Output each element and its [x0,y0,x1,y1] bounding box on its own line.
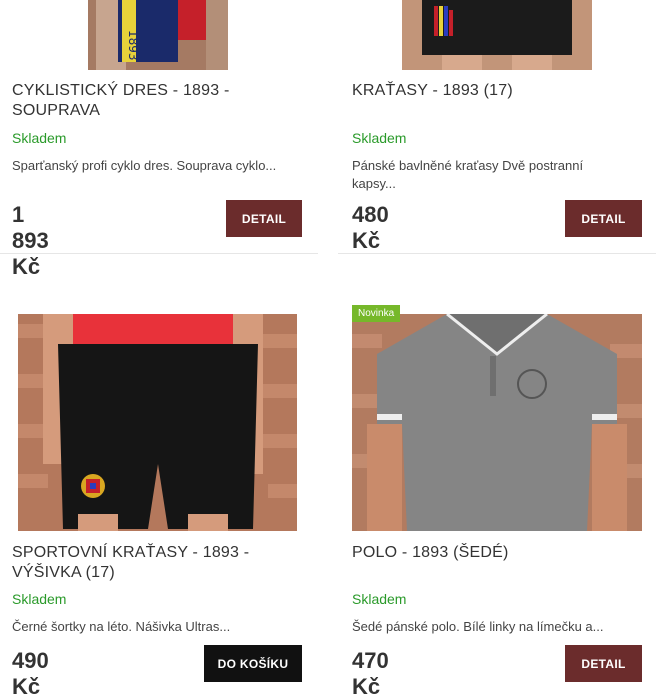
product-description-3: Černé šortky na léto. Nášivka Ultras... [12,618,312,636]
product-description-2-line2: kapsy... [352,176,396,191]
product-price-4: 470 Kč [352,648,389,694]
stock-status-4: Skladem [352,591,407,607]
shorts-photo-icon [402,0,592,70]
product-title-1-line2[interactable]: SOUPRAVA [12,101,312,121]
grey-polo-photo-icon [352,314,642,531]
add-to-cart-button[interactable]: DO KOŠÍKU [204,645,302,682]
product-price-1: 1 893 Kč [12,202,49,279]
product-price-3: 490 Kč [12,648,49,694]
product-title-2-line1[interactable]: KRAŤASY - 1893 (17) [352,81,652,101]
product-description-4: Šedé pánské polo. Bílé linky na límečku … [352,618,652,636]
product-title-2[interactable]: KRAŤASY - 1893 (17) [352,81,652,101]
detail-button-2[interactable]: DETAIL [565,200,642,237]
product-title-3-line2[interactable]: VÝŠIVKA (17) [12,563,312,583]
cycling-jersey-photo-icon: 1893 [88,0,228,70]
product-title-4-line1[interactable]: POLO - 1893 (ŠEDÉ) [352,543,652,563]
svg-text:1893: 1893 [126,30,140,61]
stock-status-1: Skladem [12,130,67,146]
product-description-1-line1: Sparťanský profi cyklo dres. Souprava cy… [12,158,277,173]
product-title-3-line1[interactable]: SPORTOVNÍ KRAŤASY - 1893 - [12,543,312,563]
detail-button-1[interactable]: DETAIL [226,200,302,237]
stock-status-2: Skladem [352,130,407,146]
stock-status-3: Skladem [12,591,67,607]
product-description-2-line1: Pánské bavlněné kraťasy Dvě postranní [352,158,584,173]
product-description-4-line1: Šedé pánské polo. Bílé linky na límečku … [352,619,604,634]
product-image-1[interactable]: 1893 [88,0,228,70]
sport-shorts-photo-icon [18,314,297,531]
product-description-2: Pánské bavlněné kraťasy Dvě postranní ka… [352,157,652,193]
detail-button-4[interactable]: DETAIL [565,645,642,682]
product-image-2[interactable] [402,0,592,70]
row-divider-right [338,253,656,254]
new-badge: Novinka [352,305,401,322]
row-divider-left [0,253,318,254]
product-title-3[interactable]: SPORTOVNÍ KRAŤASY - 1893 - VÝŠIVKA (17) [12,543,312,583]
product-title-1[interactable]: CYKLISTICKÝ DRES - 1893 - SOUPRAVA [12,81,312,121]
product-price-2: 480 Kč [352,202,389,253]
product-title-4[interactable]: POLO - 1893 (ŠEDÉ) [352,543,652,563]
product-image-3[interactable] [18,314,297,531]
product-description-1: Sparťanský profi cyklo dres. Souprava cy… [12,157,312,175]
product-title-1-line1[interactable]: CYKLISTICKÝ DRES - 1893 - [12,81,312,101]
product-description-3-line1: Černé šortky na léto. Nášivka Ultras... [12,619,231,634]
product-image-4[interactable] [352,314,642,531]
